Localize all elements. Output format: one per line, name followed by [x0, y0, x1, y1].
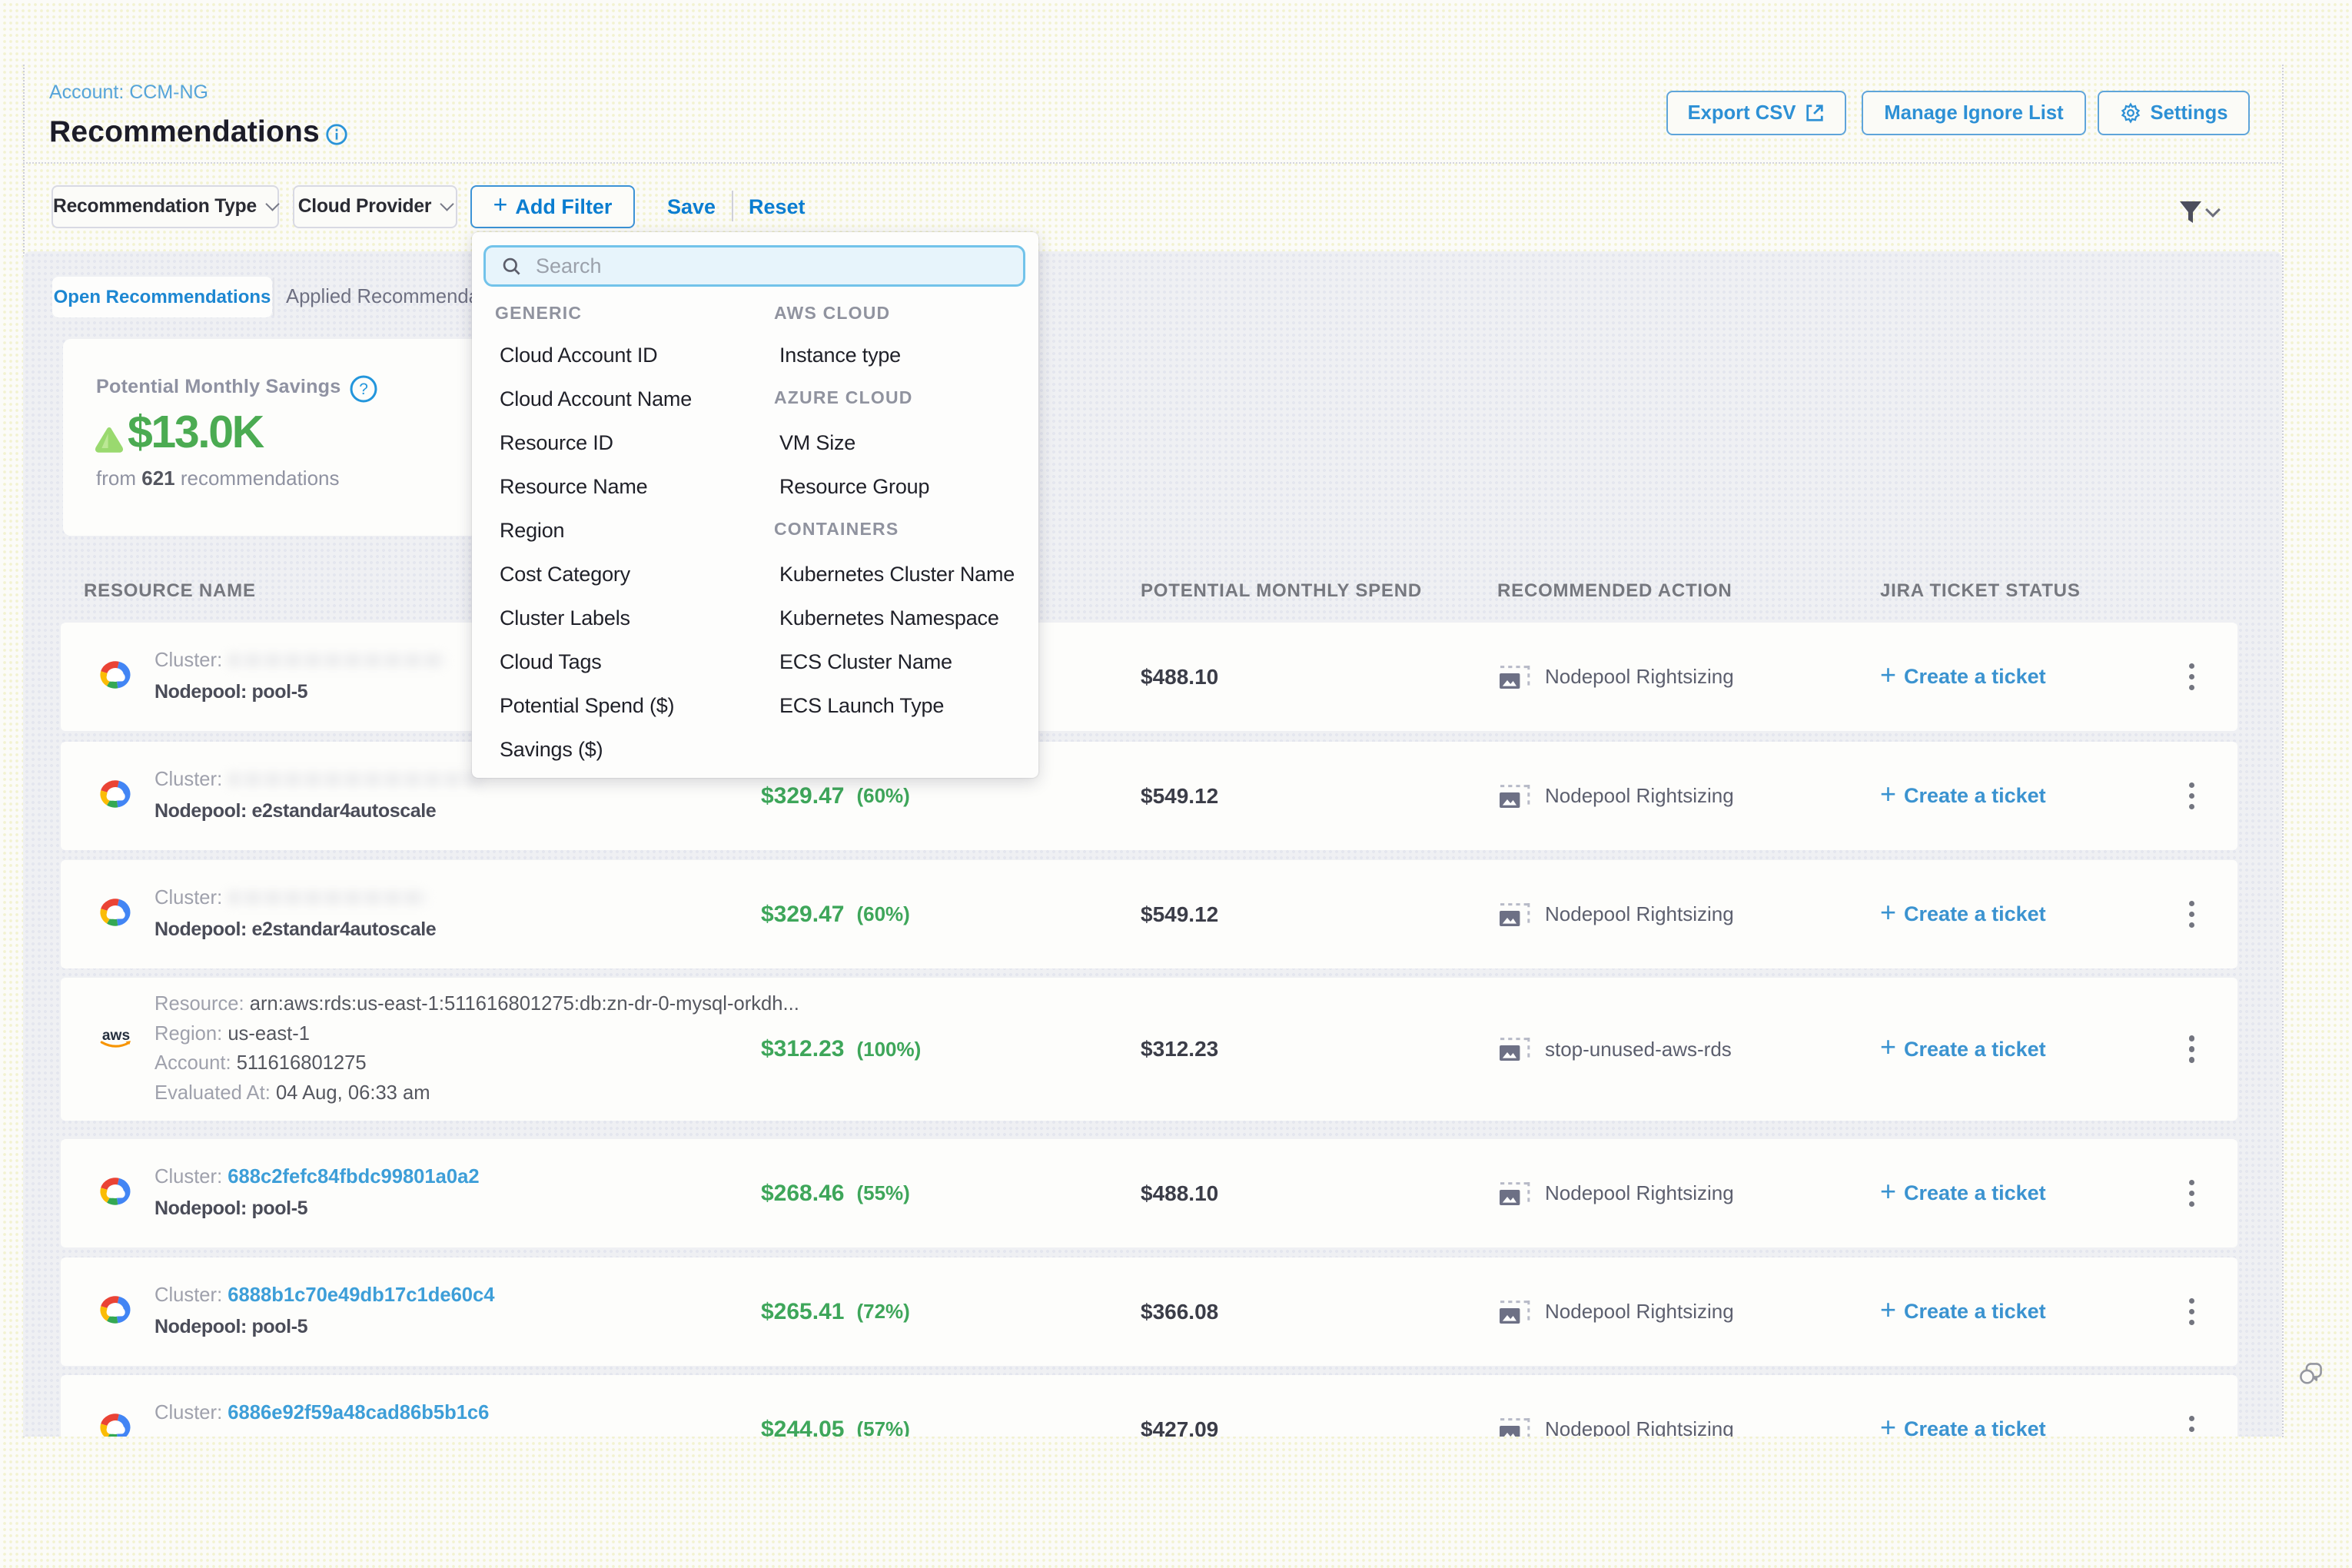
svg-text:?: ? [359, 380, 368, 398]
svg-text:aws: aws [102, 1028, 130, 1044]
